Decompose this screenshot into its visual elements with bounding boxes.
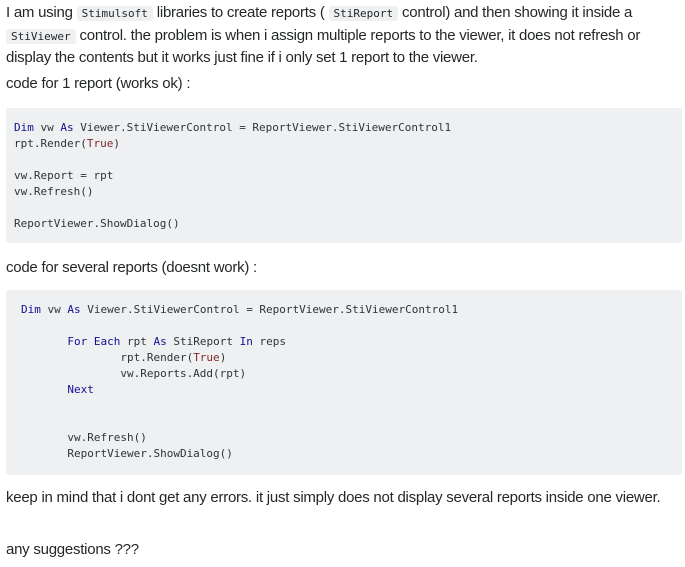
inline-code-stireport: StiReport (328, 6, 399, 21)
code-text: rpt.Render( (14, 137, 87, 150)
code-text: ReportViewer.ShowDialog() (21, 447, 233, 460)
code-keyword: As (60, 121, 74, 134)
single-report-label: code for 1 report (works ok) : (6, 75, 191, 92)
code-keyword: Dim (21, 303, 41, 316)
code-keyword: As (67, 303, 81, 316)
code-line: vw.Reports.Add(rpt) (21, 366, 674, 382)
code-text: rpt.Render( (21, 351, 194, 364)
code-text: Viewer.StiViewerControl = ReportViewer.S… (80, 303, 459, 316)
code-text: Viewer.StiViewerControl = ReportViewer.S… (73, 121, 452, 134)
multi-report-label: code for several reports (doesnt work) : (6, 259, 257, 276)
code-line: ReportViewer.ShowDialog() (14, 216, 674, 232)
code-keyword: In (239, 335, 253, 348)
code-literal: True (86, 137, 114, 150)
code-text: vw (40, 303, 68, 316)
code-text: reps (252, 335, 286, 348)
code-line: rpt.Render(True) (21, 350, 674, 366)
inline-code-stimulsoft: Stimulsoft (76, 6, 153, 21)
code-text: StiReport (166, 335, 240, 348)
code-block-multi-report[interactable]: Dim vw As Viewer.StiViewerControl = Repo… (6, 290, 682, 475)
intro-text-2: libraries to create reports ( (152, 4, 329, 21)
code-block-single-report[interactable]: Dim vw As Viewer.StiViewerControl = Repo… (6, 108, 682, 243)
code-literal: True (193, 351, 220, 364)
intro-text-3: control) and then showing it inside a (398, 4, 633, 21)
code-keyword: Next (67, 383, 94, 396)
question-paragraph: any suggestions ??? (6, 541, 139, 558)
code-text: vw.Refresh() (14, 185, 94, 198)
code-text: ) (219, 351, 227, 364)
code-keyword: As (153, 335, 167, 348)
code-text: vw.Refresh() (21, 431, 147, 444)
code-text: vw (33, 121, 61, 134)
inline-code-stiviewer: StiViewer (6, 28, 76, 44)
code-text: ) (113, 137, 120, 150)
code-line: Dim vw As Viewer.StiViewerControl = Repo… (21, 302, 674, 318)
code-text: vw.Report = rpt (14, 169, 114, 182)
intro-text-1: I am using (6, 4, 77, 21)
code-line: rpt.Render(True) (14, 136, 674, 152)
code-line: vw.Refresh() (21, 430, 674, 446)
code-line: Dim vw As Viewer.StiViewerControl = Repo… (14, 120, 674, 136)
code-line: ReportViewer.ShowDialog() (21, 446, 674, 462)
code-text: ReportViewer.ShowDialog() (14, 217, 180, 230)
code-line: vw.Refresh() (14, 184, 674, 200)
code-line: For Each rpt As StiReport In reps (21, 334, 674, 350)
closing-paragraph: keep in mind that i dont get any errors.… (6, 489, 661, 506)
code-keyword: For (67, 335, 88, 348)
code-text: vw.Reports.Add(rpt) (21, 367, 247, 380)
code-text: rpt (120, 335, 154, 348)
intro-paragraph: I am using Stimulsoft libraries to creat… (6, 2, 682, 69)
intro-text-4: control. the problem is when i assign mu… (6, 26, 641, 67)
code-keyword: Dim (14, 121, 34, 134)
code-line: vw.Report = rpt (14, 168, 674, 184)
code-keyword: Each (93, 335, 121, 348)
code-line: Next (21, 382, 674, 398)
